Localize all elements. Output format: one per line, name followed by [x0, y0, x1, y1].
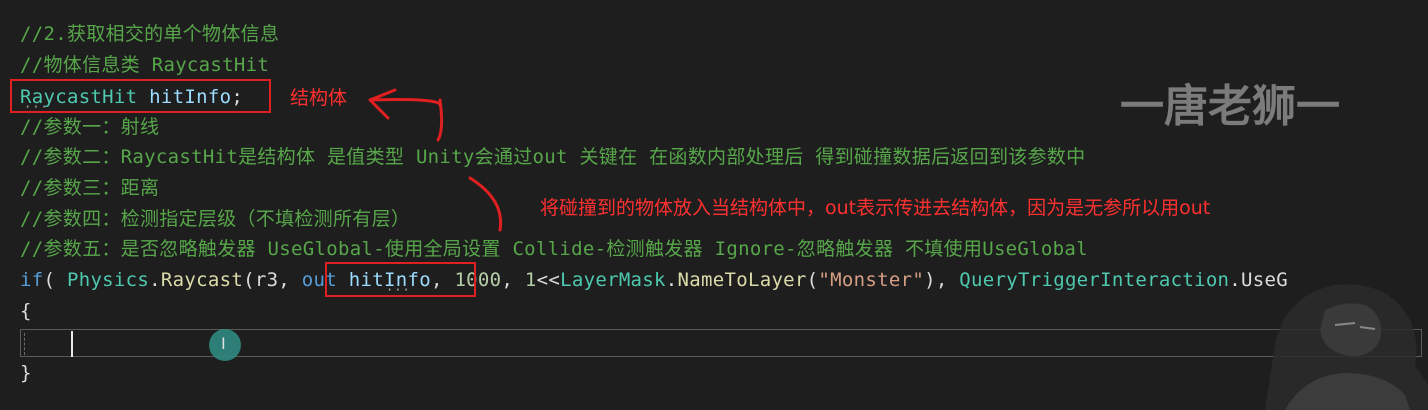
code-line-open-brace: {	[20, 300, 32, 322]
type-token: Physics	[66, 269, 150, 291]
ibeam-cursor-icon: I	[221, 334, 226, 353]
argument-token: (r3,	[243, 269, 302, 291]
type-token: LayerMask	[560, 269, 666, 291]
text-caret	[71, 331, 73, 357]
code-line-if-raycast: if( Physics.Raycast(r3, out hitInfo, 100…	[20, 265, 1288, 295]
hand-drawn-arrow-icon	[368, 88, 503, 232]
code-line-comment: //参数五：是否忽略触发器 UseGlobal-使用全局设置 Collide-检…	[20, 238, 1088, 260]
punctuation-token: ,	[501, 269, 525, 291]
punctuation-token: (	[806, 269, 819, 291]
punctuation-token: ),	[924, 269, 960, 291]
string-token: "Monster"	[818, 269, 925, 291]
watermark-logo: 一唐老狮一	[1120, 81, 1340, 132]
keyword-token: if	[20, 269, 44, 291]
code-line-comment: //2.获取相交的单个物体信息	[20, 23, 280, 45]
highlight-box-declaration	[10, 79, 271, 113]
annotation-struct: 结构体	[290, 87, 348, 109]
annotation-out-explanation: 将碰撞到的物体放入当结构体中，out表示传进去结构体，因为是无参所以用out	[540, 197, 1211, 219]
punctuation-token: .	[665, 269, 678, 291]
code-line-comment: //物体信息类 RaycastHit	[20, 54, 270, 76]
indent-guide	[24, 333, 25, 355]
code-line-close-brace: }	[20, 362, 32, 384]
operator-token: <<	[536, 269, 561, 291]
highlight-box-out-hitinfo	[325, 262, 476, 297]
punctuation-token: (	[43, 269, 67, 291]
character-silhouette-icon	[1265, 284, 1428, 410]
method-token: NameToLayer	[677, 269, 807, 291]
code-line-comment: //参数一：射线	[20, 116, 160, 138]
code-line-comment: //参数二：RaycastHit是结构体 是值类型 Unity会通过out 关键…	[20, 146, 1086, 168]
code-line-comment: //参数三：距离	[20, 177, 160, 199]
method-token: Raycast	[160, 269, 244, 291]
number-token: 1	[524, 269, 537, 291]
punctuation-token: .	[149, 269, 161, 291]
